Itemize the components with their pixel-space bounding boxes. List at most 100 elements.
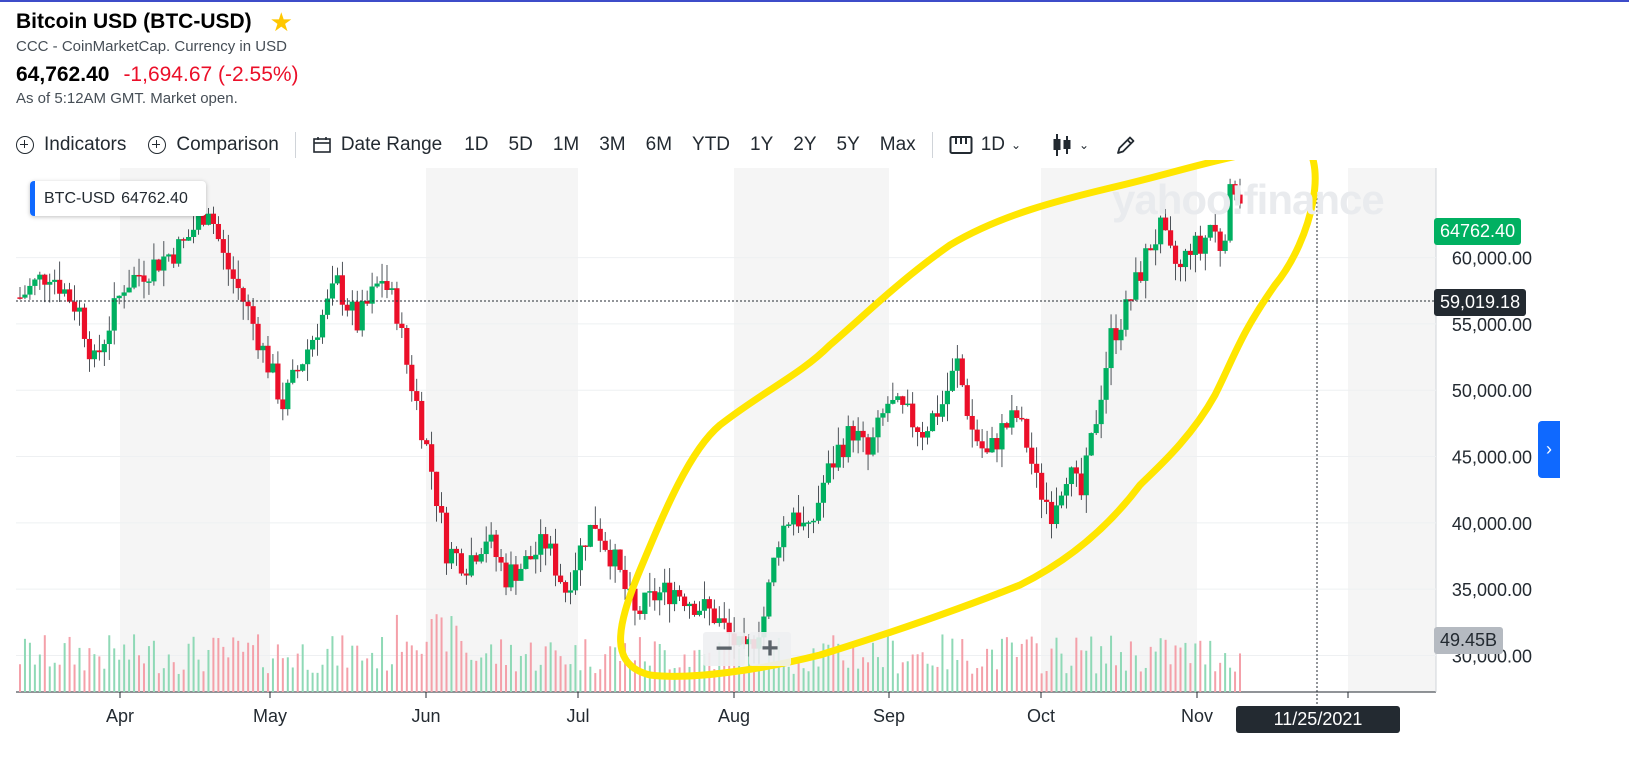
volume-bar [1139, 671, 1142, 692]
volume-bar [93, 654, 96, 692]
candle-body [1187, 250, 1194, 255]
candle-body [1063, 484, 1070, 496]
candle-body [1068, 467, 1074, 485]
volume-bar [103, 668, 106, 692]
volume-bar [995, 669, 998, 692]
volume-bar [648, 665, 651, 692]
candle-body [850, 426, 856, 441]
interval-dropdown[interactable]: 1D ⌄ [949, 134, 1021, 156]
candle-body [954, 358, 960, 371]
candle-body [493, 534, 499, 558]
candle-body [141, 275, 147, 282]
volume-bar [619, 660, 622, 692]
volume-bar [405, 641, 408, 692]
price-chart[interactable]: 30,000.0035,000.0040,000.0045,000.0050,0… [0, 160, 1629, 777]
candle-body [924, 431, 931, 438]
volume-bar [430, 619, 433, 692]
comparison-button[interactable]: Comparison [148, 134, 279, 156]
candle-body [414, 391, 420, 401]
range-ytd[interactable]: YTD [692, 134, 730, 156]
quote-header: Bitcoin USD (BTC-USD) ★ CCC - CoinMarket… [16, 9, 299, 107]
volume-bar [981, 666, 984, 692]
volume-bar [306, 669, 309, 692]
candle-body [364, 301, 370, 304]
candle-body [528, 556, 534, 560]
candle-body [270, 363, 276, 373]
range-6m[interactable]: 6M [646, 134, 672, 156]
candle-body [1222, 240, 1228, 251]
candle-body [181, 239, 187, 241]
volume-bar [182, 669, 185, 692]
candle-body [543, 534, 549, 549]
volume-bar [162, 668, 165, 692]
volume-bar [266, 673, 269, 692]
candle-body [314, 337, 321, 340]
indicators-button[interactable]: Indicators [16, 134, 126, 156]
range-1m[interactable]: 1M [553, 134, 579, 156]
chart-type-dropdown[interactable]: ⌄ [1051, 133, 1089, 157]
candle-body [111, 298, 117, 331]
interval-label: 1D [980, 134, 1005, 155]
volume-bar [321, 664, 324, 692]
zoom-out-button[interactable]: − [703, 632, 745, 666]
volume-bar [505, 665, 508, 692]
range-2y[interactable]: 2Y [793, 134, 816, 156]
volume-bar [986, 648, 989, 692]
candle-body [681, 596, 688, 607]
draw-button[interactable] [1115, 134, 1137, 156]
candle-body [394, 288, 400, 324]
month-band [734, 168, 889, 692]
volume-bar [832, 635, 835, 692]
candle-body [1053, 505, 1060, 525]
series-legend[interactable]: BTC-USD 64762.40 [30, 181, 206, 216]
volume-bar [594, 673, 597, 692]
candle-body [825, 463, 831, 483]
candle-body [27, 285, 33, 295]
volume-bar [569, 664, 572, 692]
volume-bar [252, 645, 255, 692]
volume-bar [172, 662, 175, 692]
volume-bar [614, 647, 617, 692]
volume-bar [123, 644, 126, 692]
candle-body [121, 292, 127, 296]
candle-body [647, 591, 653, 593]
crosshair-price-tag: 59,019.18 [1434, 289, 1527, 316]
star-icon[interactable]: ★ [270, 9, 293, 35]
candle-body [101, 344, 107, 353]
market-status: As of 5:12AM GMT. Market open. [16, 90, 238, 107]
range-5y[interactable]: 5Y [837, 134, 860, 156]
range-max[interactable]: Max [880, 134, 916, 156]
range-5d[interactable]: 5D [509, 134, 533, 156]
volume-bar [1025, 639, 1028, 692]
volume-bar [207, 649, 210, 692]
volume-bar [73, 664, 76, 692]
volume-bar [991, 649, 994, 692]
candle-body [706, 599, 712, 609]
chevron-down-icon: ⌄ [1010, 138, 1022, 152]
candle-body [553, 543, 559, 576]
range-1y[interactable]: 1Y [750, 134, 773, 156]
range-1d[interactable]: 1D [464, 134, 488, 156]
volume-bar [296, 653, 299, 692]
volume-bar [455, 625, 458, 692]
candle-body [81, 307, 88, 339]
volume-bar [470, 659, 473, 692]
volume-bar [152, 640, 155, 692]
volume-bar [361, 660, 364, 692]
volume-bar [787, 666, 790, 692]
volume-bar [896, 673, 899, 692]
candle-body [538, 534, 544, 555]
expand-panel-button[interactable]: › [1538, 421, 1560, 478]
candle-body [830, 463, 836, 468]
range-3m[interactable]: 3M [599, 134, 625, 156]
volume-tag: 49.45B [1434, 627, 1504, 654]
volume-bar [559, 656, 562, 692]
date-range-button[interactable]: Date Range [312, 134, 442, 156]
volume-bar [316, 672, 319, 692]
volume-bar [549, 642, 552, 692]
zoom-in-button[interactable]: + [749, 632, 791, 666]
volume-bar [490, 644, 493, 692]
candle-body [176, 239, 182, 264]
volume-bar [1224, 653, 1227, 692]
volume-bar [1075, 637, 1078, 692]
